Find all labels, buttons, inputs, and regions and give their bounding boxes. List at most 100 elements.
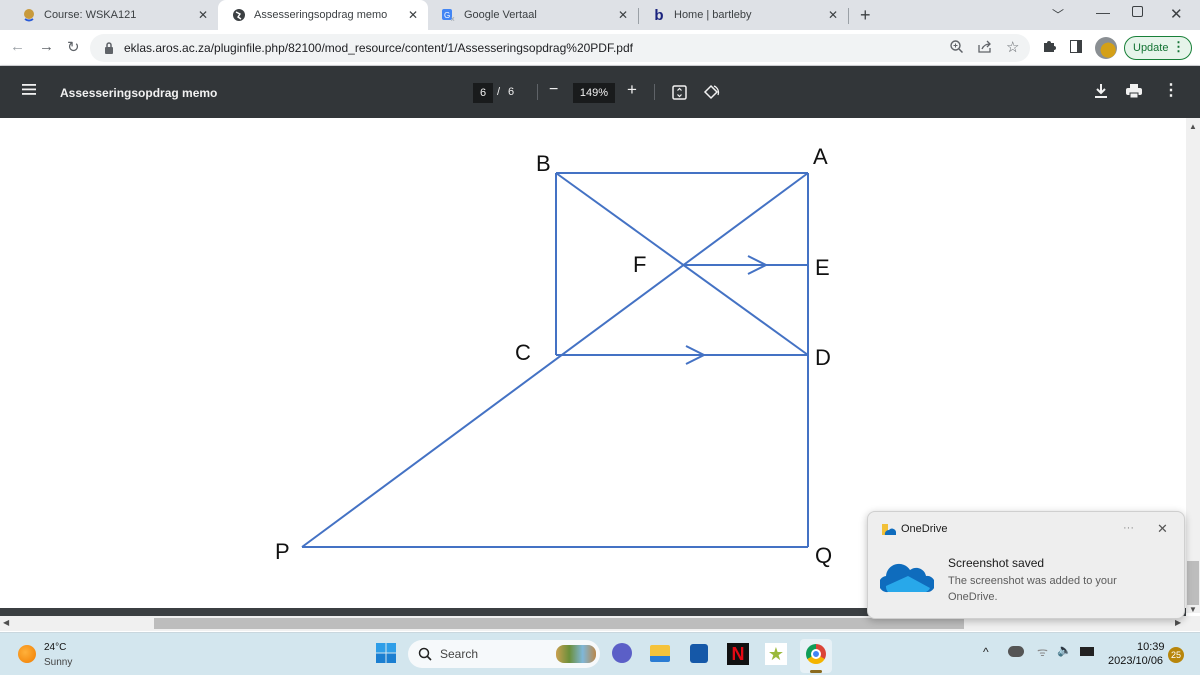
total-pages: 6	[508, 86, 515, 98]
onedrive-sync-icon[interactable]	[1008, 646, 1024, 657]
scrollbar-thumb[interactable]	[1187, 561, 1199, 605]
zoom-out-button[interactable]: −	[549, 81, 558, 99]
show-hidden-icons-chevron[interactable]: ^	[983, 645, 989, 659]
tab-assesseringsopdrag[interactable]: Assesseringsopdrag memo ✕	[218, 0, 428, 30]
tab-title: Google Vertaal	[464, 9, 537, 21]
onedrive-cloud-icon	[878, 558, 936, 599]
taskbar: 24°C Sunny Search N ★ ^ ᯤ 🔈 10:39 2023/1…	[0, 632, 1200, 675]
scrollbar-thumb[interactable]	[154, 618, 964, 629]
active-app-indicator	[810, 670, 822, 673]
tab-title: Assesseringsopdrag memo	[254, 9, 388, 21]
onedrive-notification[interactable]: OneDrive ··· ✕ Screenshot saved The scre…	[867, 511, 1185, 619]
more-options-icon[interactable]: ⋮	[1163, 80, 1179, 100]
notification-more-button[interactable]: ···	[1123, 522, 1134, 534]
search-placeholder: Search	[440, 647, 479, 661]
side-panel-icon[interactable]	[1070, 40, 1082, 53]
label-D: D	[815, 345, 831, 370]
tab-course[interactable]: Course: WSKA121 ✕	[8, 0, 218, 30]
restore-window-icon[interactable]	[1132, 6, 1143, 17]
netflix-icon[interactable]: N	[727, 643, 749, 665]
update-button[interactable]: Update ⋮	[1124, 36, 1192, 60]
notification-count-badge[interactable]: 25	[1168, 647, 1184, 663]
microsoft-store-icon[interactable]	[690, 644, 708, 663]
label-A: A	[813, 144, 828, 169]
notification-close-button[interactable]: ✕	[1157, 521, 1168, 537]
back-arrow-icon[interactable]: ←	[10, 38, 25, 55]
vertical-scrollbar[interactable]: ▲ ▼	[1186, 118, 1200, 614]
download-icon[interactable]	[1094, 83, 1108, 104]
rotate-icon[interactable]	[703, 84, 720, 106]
volume-icon[interactable]: 🔈	[1057, 643, 1072, 657]
lock-icon[interactable]	[104, 41, 114, 59]
chrome-taskbar-button[interactable]	[800, 639, 832, 673]
google-translate-icon: Gx	[442, 8, 456, 22]
tab-bartleby[interactable]: b Home | bartleby ✕	[638, 0, 849, 30]
tab-search-chevron-icon[interactable]: ﹀	[1052, 6, 1064, 23]
scroll-left-arrow-icon[interactable]: ◀	[3, 618, 9, 627]
fit-page-icon[interactable]	[672, 85, 687, 105]
clock-date[interactable]: 2023/10/06	[1108, 655, 1163, 667]
scroll-down-arrow-icon[interactable]: ▼	[1189, 605, 1197, 614]
search-icon	[418, 647, 432, 666]
toolbar-divider	[654, 84, 655, 100]
tab-google-vertaal[interactable]: Gx Google Vertaal ✕	[428, 0, 639, 30]
toolbar-divider	[537, 84, 538, 100]
close-window-icon[interactable]: ✕	[1170, 5, 1183, 23]
label-E: E	[815, 255, 830, 280]
zoom-magnifier-icon[interactable]	[950, 40, 964, 56]
label-C: C	[515, 340, 531, 365]
extensions-puzzle-icon[interactable]	[1042, 39, 1056, 58]
close-tab-icon[interactable]: ✕	[618, 8, 628, 22]
pdf-title: Assesseringsopdrag memo	[60, 86, 218, 100]
zoom-in-button[interactable]: +	[627, 80, 637, 100]
star-app-icon[interactable]: ★	[765, 643, 787, 665]
tab-title: Course: WSKA121	[44, 9, 137, 21]
update-label: Update	[1133, 42, 1169, 54]
share-icon[interactable]	[978, 40, 992, 56]
scroll-up-arrow-icon[interactable]: ▲	[1189, 122, 1197, 131]
navigation-bar: ← → ↻ eklas.aros.ac.za/pluginfile.php/82…	[0, 30, 1200, 66]
label-P: P	[275, 539, 290, 564]
search-highlight-image	[556, 645, 596, 663]
file-explorer-icon[interactable]	[650, 645, 670, 662]
scroll-right-arrow-icon[interactable]: ▶	[1175, 618, 1181, 627]
new-tab-button[interactable]: +	[860, 5, 871, 26]
windows-start-icon[interactable]	[376, 643, 396, 668]
kebab-menu-icon: ⋮	[1172, 39, 1185, 54]
teams-icon[interactable]	[612, 643, 632, 663]
svg-text:G: G	[444, 11, 450, 20]
page-separator: /	[497, 86, 501, 98]
minimize-icon[interactable]: —	[1096, 4, 1110, 20]
sun-icon	[18, 645, 36, 663]
chrome-icon-center	[811, 649, 821, 659]
svg-text:x: x	[451, 16, 455, 22]
bookmark-star-icon[interactable]: ☆	[1006, 38, 1019, 56]
reload-icon[interactable]: ↻	[67, 38, 80, 56]
pdf-toolbar: Assesseringsopdrag memo 6 / 6 − 149% + ⋮	[0, 66, 1200, 118]
label-B: B	[536, 151, 551, 176]
taskbar-search-box[interactable]: Search	[408, 640, 600, 668]
notification-body: The screenshot was added to your OneDriv…	[948, 575, 1117, 603]
notification-title: Screenshot saved	[948, 556, 1045, 570]
tab-strip: Course: WSKA121 ✕ Assesseringsopdrag mem…	[0, 0, 1200, 30]
url-text[interactable]: eklas.aros.ac.za/pluginfile.php/82100/mo…	[124, 41, 633, 55]
close-tab-icon[interactable]: ✕	[828, 8, 838, 22]
weather-widget[interactable]: 24°C Sunny	[14, 639, 94, 671]
notification-app-name: OneDrive	[901, 523, 948, 535]
print-icon[interactable]	[1126, 84, 1142, 103]
clock-time[interactable]: 10:39	[1137, 641, 1165, 653]
profile-avatar[interactable]	[1095, 37, 1117, 59]
close-tab-icon[interactable]: ✕	[198, 8, 208, 22]
battery-icon[interactable]	[1080, 647, 1094, 656]
page-number-input[interactable]: 6	[473, 83, 493, 103]
forward-arrow-icon[interactable]: →	[39, 38, 54, 55]
onedrive-small-icon	[882, 523, 897, 541]
tab-separator	[848, 8, 849, 24]
address-bar[interactable]: eklas.aros.ac.za/pluginfile.php/82100/mo…	[90, 34, 1030, 62]
tab-title: Home | bartleby	[674, 9, 752, 21]
weather-description: Sunny	[44, 657, 73, 668]
zoom-level-input[interactable]: 149%	[573, 83, 615, 103]
wifi-icon[interactable]: ᯤ	[1037, 643, 1048, 660]
hamburger-menu-icon[interactable]	[22, 82, 36, 101]
close-tab-icon[interactable]: ✕	[408, 8, 418, 22]
